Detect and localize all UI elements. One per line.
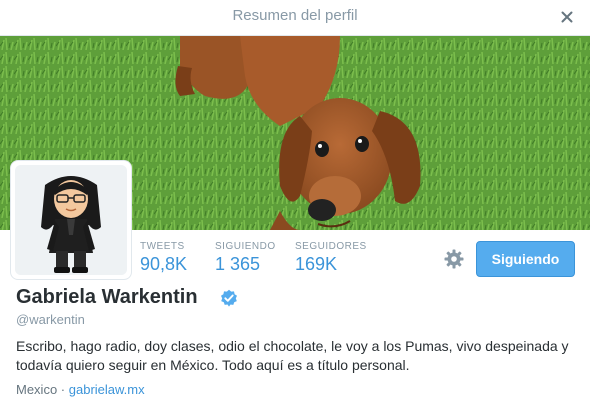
stat-following-label: SIGUIENDO — [215, 241, 276, 252]
modal-title: Resumen del perfil — [232, 7, 358, 24]
website-link[interactable]: gabrielaw.mx — [69, 382, 145, 397]
stat-tweets-value: 90,8K — [140, 254, 188, 274]
avatar-cartoon — [15, 165, 127, 275]
stat-following[interactable]: SIGUIENDO 1 365 — [215, 241, 276, 275]
avatar-image — [15, 165, 127, 275]
stat-followers-value: 169K — [295, 254, 338, 274]
gear-icon[interactable] — [444, 249, 464, 269]
stat-tweets-label: TWEETS — [140, 241, 185, 252]
stat-followers-label: SEGUIDORES — [295, 241, 367, 252]
meta-separator: · — [57, 382, 69, 397]
profile-name: Gabriela Warkentin — [16, 286, 198, 308]
stat-followers[interactable]: SEGUIDORES 169K — [295, 241, 367, 275]
profile-meta: Mexico · gabrielaw.mx — [16, 382, 145, 397]
close-icon[interactable] — [558, 8, 576, 26]
stat-following-value: 1 365 — [215, 254, 261, 274]
profile-handle[interactable]: @warkentin — [16, 312, 85, 327]
stat-tweets[interactable]: TWEETS 90,8K — [140, 241, 187, 275]
location-text: Mexico — [16, 382, 58, 397]
modal-header: Resumen del perfil — [0, 0, 590, 36]
following-button[interactable]: Siguiendo — [476, 241, 575, 277]
profile-avatar[interactable] — [10, 160, 132, 280]
profile-bio: Escribo, hago radio, doy clases, odio el… — [16, 338, 569, 373]
verified-badge-icon — [221, 289, 237, 307]
